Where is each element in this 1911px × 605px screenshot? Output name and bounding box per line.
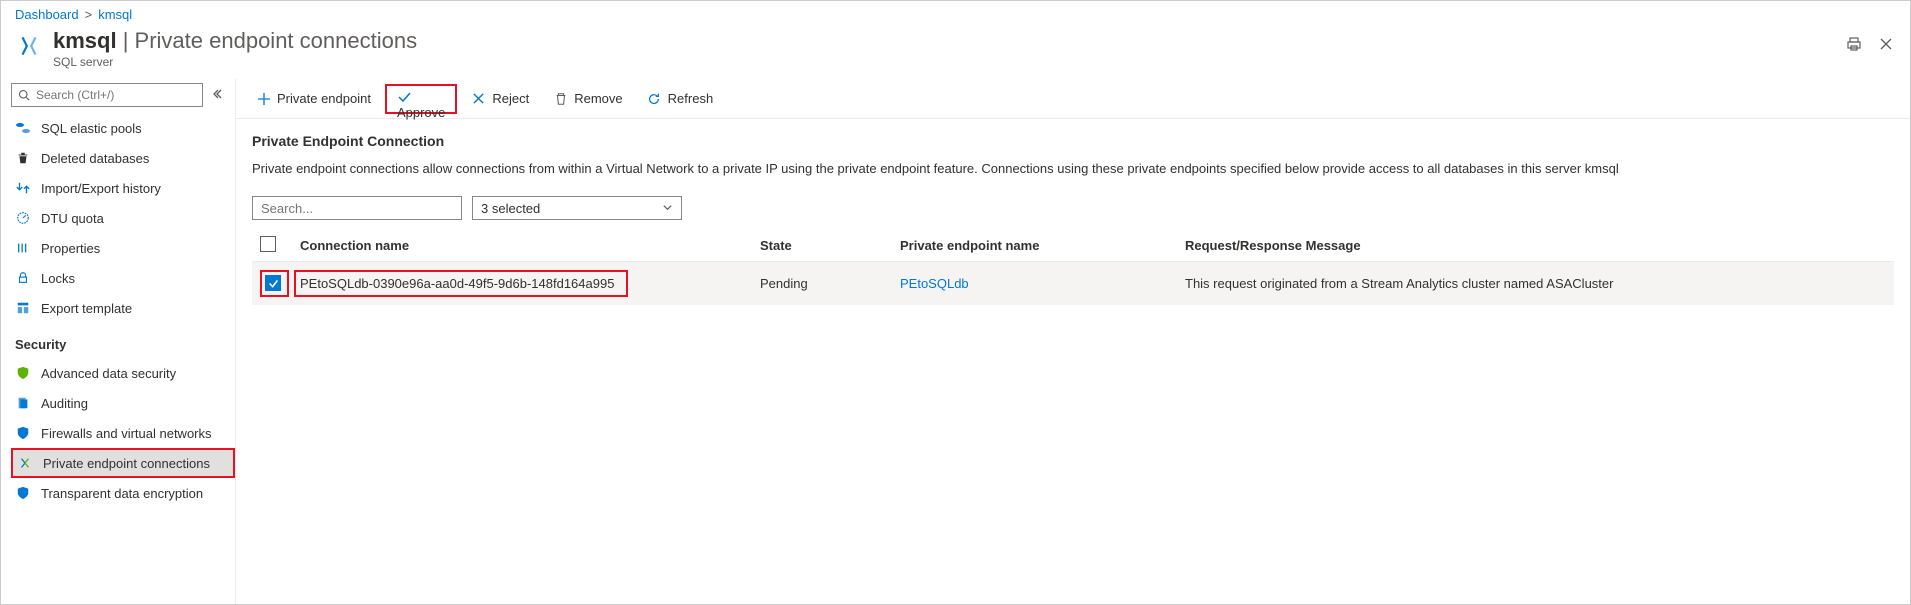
sidebar-item-label: Firewalls and virtual networks: [41, 426, 212, 441]
sidebar-item-firewalls[interactable]: Firewalls and virtual networks: [11, 418, 235, 448]
breadcrumb-root[interactable]: Dashboard: [15, 7, 79, 22]
trash-icon: [15, 150, 31, 166]
dropdown-label: 3 selected: [481, 201, 540, 216]
cell-message: This request originated from a Stream An…: [1177, 262, 1894, 306]
import-export-icon: [15, 180, 31, 196]
add-private-endpoint-button[interactable]: Private endpoint: [246, 84, 381, 114]
sidebar-item-import-export[interactable]: Import/Export history: [11, 173, 235, 203]
audit-icon: [15, 395, 31, 411]
properties-icon: [15, 240, 31, 256]
sidebar-item-label: Auditing: [41, 396, 88, 411]
sidebar: SQL elastic pools Deleted databases Impo…: [1, 79, 236, 604]
select-all-checkbox[interactable]: [260, 236, 276, 252]
col-private-endpoint-name[interactable]: Private endpoint name: [892, 230, 1177, 262]
col-connection-name[interactable]: Connection name: [292, 230, 752, 262]
refresh-button[interactable]: Refresh: [637, 84, 724, 114]
sidebar-search[interactable]: [11, 83, 203, 107]
chevron-down-icon: [662, 201, 673, 216]
breadcrumb-current[interactable]: kmsql: [98, 7, 132, 22]
shield-blue-icon: [15, 485, 31, 501]
remove-button[interactable]: Remove: [543, 84, 632, 114]
print-button[interactable]: [1844, 34, 1864, 54]
toolbar: Private endpoint Approve Reject Remove R…: [236, 79, 1910, 119]
table-row[interactable]: PEtoSQLdb-0390e96a-aa0d-49f5-9d6b-148fd1…: [252, 262, 1894, 306]
sidebar-item-label: Properties: [41, 241, 100, 256]
breadcrumb-separator: >: [85, 7, 93, 22]
gauge-icon: [15, 210, 31, 226]
sidebar-item-export-template[interactable]: Export template: [11, 293, 235, 323]
trash-icon: [553, 91, 568, 106]
page-title: kmsql | Private endpoint connections: [53, 28, 1844, 54]
title-page: Private endpoint connections: [135, 28, 418, 53]
sidebar-item-label: DTU quota: [41, 211, 104, 226]
cell-state: Pending: [752, 262, 892, 306]
title-resource: kmsql: [53, 28, 117, 53]
sidebar-item-private-endpoint-connections[interactable]: Private endpoint connections: [11, 448, 235, 478]
x-icon: [471, 91, 486, 106]
sidebar-item-elastic-pools[interactable]: SQL elastic pools: [11, 113, 235, 143]
sidebar-item-label: Import/Export history: [41, 181, 161, 196]
main-content: Private endpoint Approve Reject Remove R…: [236, 79, 1910, 604]
section-title: Private Endpoint Connection: [252, 133, 1894, 149]
button-label: Reject: [492, 91, 529, 106]
col-state[interactable]: State: [752, 230, 892, 262]
template-icon: [15, 300, 31, 316]
breadcrumb: Dashboard > kmsql: [1, 1, 1910, 24]
sidebar-item-label: Locks: [41, 271, 75, 286]
sidebar-item-deleted-databases[interactable]: Deleted databases: [11, 143, 235, 173]
sidebar-item-advanced-data-security[interactable]: Advanced data security: [11, 358, 235, 388]
sidebar-item-label: SQL elastic pools: [41, 121, 142, 136]
sidebar-item-properties[interactable]: Properties: [11, 233, 235, 263]
section-description: Private endpoint connections allow conne…: [252, 161, 1894, 176]
sidebar-section-security: Security: [11, 323, 235, 358]
button-label: Private endpoint: [277, 91, 371, 106]
col-message[interactable]: Request/Response Message: [1177, 230, 1894, 262]
sidebar-item-label: Transparent data encryption: [41, 486, 203, 501]
close-button[interactable]: [1876, 34, 1896, 54]
cell-connection-name: PEtoSQLdb-0390e96a-aa0d-49f5-9d6b-148fd1…: [300, 276, 614, 291]
sidebar-item-dtu-quota[interactable]: DTU quota: [11, 203, 235, 233]
sidebar-item-label: Deleted databases: [41, 151, 149, 166]
sidebar-item-locks[interactable]: Locks: [11, 263, 235, 293]
sidebar-item-label: Advanced data security: [41, 366, 176, 381]
sidebar-item-transparent-encryption[interactable]: Transparent data encryption: [11, 478, 235, 508]
filter-dropdown[interactable]: 3 selected: [472, 196, 682, 220]
search-input[interactable]: [36, 88, 196, 102]
row-checkbox[interactable]: [265, 275, 281, 291]
resource-icon: [15, 32, 43, 60]
button-label: Remove: [574, 91, 622, 106]
refresh-icon: [647, 91, 662, 106]
endpoint-icon: [17, 455, 33, 471]
table-header-row: Connection name State Private endpoint n…: [252, 230, 1894, 262]
reject-button[interactable]: Reject: [461, 84, 539, 114]
table-search-input[interactable]: [252, 196, 462, 220]
connections-table: Connection name State Private endpoint n…: [252, 230, 1894, 305]
shield-blue-icon: [15, 425, 31, 441]
page-header: kmsql | Private endpoint connections SQL…: [1, 24, 1910, 79]
button-label: Refresh: [668, 91, 714, 106]
collapse-sidebar-button[interactable]: [211, 88, 225, 102]
sidebar-item-label: Export template: [41, 301, 132, 316]
plus-icon: [256, 91, 271, 106]
check-icon: [397, 90, 412, 105]
lock-icon: [15, 270, 31, 286]
page-subtitle: SQL server: [53, 55, 1844, 69]
elastic-pools-icon: [15, 120, 31, 136]
sidebar-item-label: Private endpoint connections: [43, 456, 210, 471]
button-label: Approve: [397, 105, 445, 120]
cell-private-endpoint-link[interactable]: PEtoSQLdb: [900, 276, 969, 291]
sidebar-item-auditing[interactable]: Auditing: [11, 388, 235, 418]
shield-green-icon: [15, 365, 31, 381]
approve-button[interactable]: Approve: [385, 84, 457, 114]
